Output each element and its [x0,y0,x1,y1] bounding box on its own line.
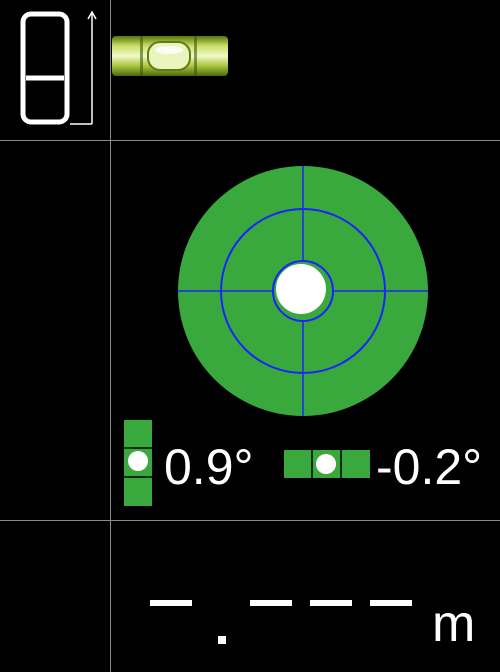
bullseye-level-icon [178,166,428,416]
top-divider [0,140,500,141]
bubble [276,264,326,314]
distance-readout: m [148,578,488,658]
vertical-divider [110,0,111,672]
bottom-divider [0,520,500,521]
distance-digit-placeholder [150,600,192,606]
distance-digit-placeholder [250,600,292,606]
y-angle-readout: 0.9° [164,439,254,495]
distance-unit: m [432,595,476,653]
vertical-bubble-icon [124,420,152,506]
distance-digit-placeholder [370,600,412,606]
horizontal-bubble-icon [284,450,370,478]
phone-orientation-icon[interactable] [18,10,100,130]
decimal-point [218,636,226,644]
distance-digit-placeholder [310,600,352,606]
x-angle-readout: -0.2° [376,439,483,495]
tube-level-icon [112,36,228,76]
